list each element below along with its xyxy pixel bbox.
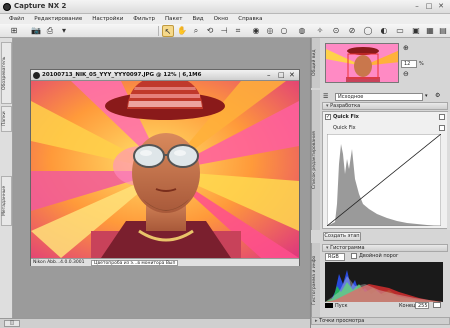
right-panel: Общий вид ⊕ 12 % ⊖ Список редактирования… xyxy=(310,38,450,328)
minimize-button[interactable]: – xyxy=(412,2,422,11)
toolbar-separator xyxy=(158,26,159,36)
double-threshold-label: Двойной порог xyxy=(359,253,399,259)
image-window: 20100713_NIK_05_YYY_YYY0097.JPG @ 12% | … xyxy=(30,69,300,266)
preset-arrow-icon[interactable]: ▾ xyxy=(425,93,428,99)
open-folder-icon[interactable]: ⊞ xyxy=(8,25,20,37)
menu-bar: Файл Редактирование Настройки Фильтр Пак… xyxy=(0,14,450,24)
image-window-header[interactable]: 20100713_NIK_05_YYY_YYY0097.JPG @ 12% | … xyxy=(31,70,299,81)
menu-help[interactable]: Справка xyxy=(238,16,262,22)
tab-histogram-info[interactable]: Гистограмма и инфо xyxy=(311,243,320,318)
start-label: Пуск xyxy=(335,303,348,309)
tab-folders[interactable]: Папки xyxy=(1,106,12,132)
menu-view[interactable]: Вид xyxy=(192,16,203,22)
quickfix-subtitle: Quick Fix xyxy=(333,125,356,131)
tab-birds-eye[interactable]: Общий вид xyxy=(311,38,320,88)
channel-dropdown[interactable]: RGB xyxy=(325,253,345,261)
menu-settings[interactable]: Настройки xyxy=(92,16,123,22)
tab-browser[interactable]: Обозреватель xyxy=(1,42,12,104)
save-icon[interactable]: ⎙ xyxy=(44,25,56,37)
create-step-button[interactable]: Создать этап xyxy=(323,232,361,241)
viewpoints-section[interactable]: ▸ Точки просмотра xyxy=(311,317,450,325)
zoom-unit: % xyxy=(419,61,424,67)
quickfix-checkbox[interactable]: ✓ xyxy=(325,114,331,120)
quickfix-sub-toggle[interactable] xyxy=(439,125,445,131)
photo-canvas[interactable] xyxy=(31,81,299,258)
preset-dropdown[interactable]: Исходное xyxy=(335,93,423,101)
menu-filter[interactable]: Фильтр xyxy=(133,16,155,22)
develop-label: Разработка xyxy=(330,103,361,109)
app-icon xyxy=(3,3,11,11)
quickfix-enable-toggle[interactable] xyxy=(439,114,445,120)
lasso-tool-icon[interactable]: ◯ xyxy=(362,25,374,37)
quickfix-panel: ✓ Quick Fix Quick Fix xyxy=(322,111,450,230)
histogram-graph[interactable] xyxy=(325,262,443,302)
histogram-label: Гистограмма xyxy=(330,245,365,251)
status-icon[interactable]: ◫ xyxy=(4,320,20,327)
thumbnail-photo xyxy=(326,44,398,82)
app-title: Capture NX 2 xyxy=(14,2,67,10)
zoom-out-icon[interactable]: ⊖ xyxy=(403,70,409,78)
image-maximize-button[interactable]: □ xyxy=(278,71,285,79)
edit-settings-icon[interactable]: ⚙ xyxy=(435,92,440,99)
menu-file[interactable]: Файл xyxy=(9,16,24,22)
end-label: Конец xyxy=(399,303,416,309)
control-point-icon[interactable]: ⊙ xyxy=(330,25,342,37)
fill-tool-icon[interactable]: ◐ xyxy=(378,25,390,37)
black-point-icon[interactable]: ◉ xyxy=(250,25,262,37)
hand-tool-icon[interactable]: ✋ xyxy=(176,25,188,37)
bottom-status-bar: ◫ xyxy=(0,318,310,328)
zoom-tool-icon[interactable]: ⌕ xyxy=(190,25,202,37)
close-button[interactable]: ✕ xyxy=(436,2,446,11)
menu-window[interactable]: Окно xyxy=(214,16,229,22)
rotate-tool-icon[interactable]: ⟲ xyxy=(204,25,216,37)
title-bar: Capture NX 2 – □ ✕ xyxy=(0,0,450,14)
image-status-bar: Nikon Abb...4.0.0.3001 Цветопроба из э..… xyxy=(31,258,299,266)
white-point-icon[interactable]: ○ xyxy=(278,25,290,37)
neutral-point-icon[interactable]: ◎ xyxy=(264,25,276,37)
gradient-tool-icon[interactable]: ▭ xyxy=(394,25,406,37)
crop-tool-icon[interactable]: ⌗ xyxy=(232,25,244,37)
tab-metadata[interactable]: Метаданные xyxy=(1,176,12,226)
image-minimize-button[interactable]: – xyxy=(267,71,271,79)
left-panel-strip: Обозреватель Папки Метаданные xyxy=(0,38,13,318)
double-threshold-checkbox[interactable] xyxy=(351,253,357,259)
start-slider[interactable] xyxy=(325,303,333,308)
end-slider[interactable] xyxy=(433,302,441,308)
image-close-button[interactable]: ✕ xyxy=(289,71,295,79)
viewpoints-label: Точки просмотра xyxy=(319,318,365,324)
quickfix-title: Quick Fix xyxy=(333,114,359,120)
status-software: Nikon Abb...4.0.0.3001 xyxy=(33,260,85,265)
red-eye-icon[interactable]: ◍ xyxy=(296,25,308,37)
birds-eye-preview[interactable] xyxy=(325,43,399,83)
select-arrow-icon[interactable]: ↖ xyxy=(162,25,174,37)
histogram-section[interactable]: ▾ Гистограмма xyxy=(322,244,448,252)
develop-section[interactable]: ▾ Разработка xyxy=(322,102,448,110)
dropdown-icon[interactable]: ▾ xyxy=(58,25,70,37)
straighten-tool-icon[interactable]: ⊣ xyxy=(218,25,230,37)
selection-brush-icon[interactable]: ⊘ xyxy=(346,25,358,37)
panel-icon[interactable]: ▤ xyxy=(437,25,449,37)
zoom-in-icon[interactable]: ⊕ xyxy=(403,44,409,52)
softproof-dropdown[interactable]: Цветопроба из э...в монитора Вып xyxy=(91,260,179,266)
layout-icon[interactable]: ▣ xyxy=(410,25,422,37)
maximize-button[interactable]: □ xyxy=(424,2,434,11)
auto-retouch-icon[interactable]: ✧ xyxy=(314,25,326,37)
portrait-photo xyxy=(31,81,299,258)
menu-edit[interactable]: Редактирование xyxy=(34,16,82,22)
menu-batch[interactable]: Пакет xyxy=(165,16,182,22)
grid-icon[interactable]: ▦ xyxy=(424,25,436,37)
toolbar: ⊞ 📷 ⎙ ▾ ↖ ✋ ⌕ ⟲ ⊣ ⌗ ◉ ◎ ○ ◍ ✧ ⊙ ⊘ ◯ ◐ ▭ … xyxy=(0,24,450,38)
image-title: 20100713_NIK_05_YYY_YYY0097.JPG @ 12% | … xyxy=(42,72,202,78)
end-value-field[interactable]: 255 xyxy=(415,302,429,309)
step-icon[interactable]: ☰ xyxy=(323,93,333,101)
zoom-field[interactable]: 12 xyxy=(401,60,417,68)
browse-icon[interactable]: 📷 xyxy=(30,25,42,37)
nikon-icon xyxy=(33,72,40,79)
tab-edit-list[interactable]: Список редактирования xyxy=(311,90,320,230)
tone-curve-graph[interactable] xyxy=(327,134,441,226)
